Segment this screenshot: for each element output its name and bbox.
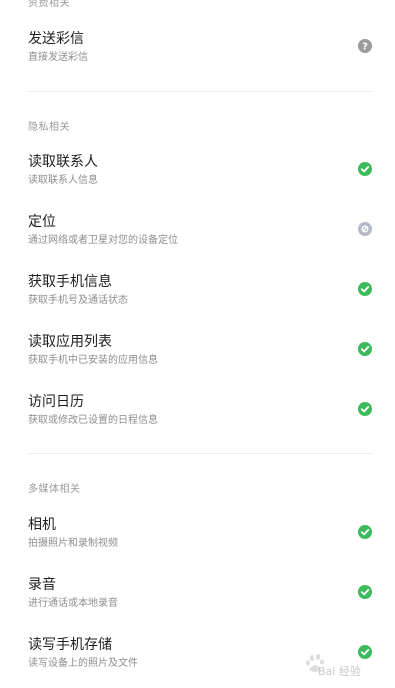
permission-row-read-contacts[interactable]: 读取联系人 读取联系人信息 (0, 153, 395, 205)
permission-row-record-audio[interactable]: 录音 进行通话或本地录音 (0, 576, 395, 628)
check-icon[interactable] (358, 162, 372, 176)
check-icon[interactable] (358, 645, 372, 659)
permission-title: 相机 (28, 517, 56, 533)
permission-title: 访问日历 (28, 394, 84, 410)
section-header-media: 多媒体相关 (28, 484, 81, 495)
permission-subtitle: 获取手机中已安装的应用信息 (28, 355, 158, 366)
permission-title: 定位 (28, 214, 56, 230)
permission-subtitle: 进行通话或本地录音 (28, 598, 118, 609)
divider (28, 91, 373, 92)
blocked-icon[interactable] (358, 222, 372, 236)
question-icon[interactable]: ? (358, 39, 372, 53)
permission-subtitle: 读写设备上的照片及文件 (28, 658, 138, 669)
watermark-text: Bai 经验 (318, 665, 361, 678)
permission-subtitle: 读取联系人信息 (28, 175, 98, 186)
permission-settings-page: 资费相关 发送彩信 直接发送彩信 ? 隐私相关 读取联系人 读取联系人信息 定位… (0, 0, 395, 678)
permission-subtitle: 直接发送彩信 (28, 52, 88, 63)
permission-title: 录音 (28, 577, 56, 593)
check-icon[interactable] (358, 342, 372, 356)
permission-subtitle: 获取或修改已设置的日程信息 (28, 415, 158, 426)
permission-row-storage[interactable]: 读写手机存储 读写设备上的照片及文件 (0, 636, 395, 688)
check-icon[interactable] (358, 402, 372, 416)
section-header-billing: 资费相关 (28, 0, 70, 9)
permission-subtitle: 通过网络或者卫星对您的设备定位 (28, 235, 178, 246)
permission-title: 读写手机存储 (28, 637, 112, 653)
permission-row-send-mms[interactable]: 发送彩信 直接发送彩信 ? (0, 30, 395, 82)
permission-row-app-list[interactable]: 读取应用列表 获取手机中已安装的应用信息 (0, 333, 395, 385)
section-header-privacy: 隐私相关 (28, 122, 70, 133)
check-icon[interactable] (358, 282, 372, 296)
permission-row-calendar[interactable]: 访问日历 获取或修改已设置的日程信息 (0, 393, 395, 445)
permission-title: 读取应用列表 (28, 334, 112, 350)
permission-row-camera[interactable]: 相机 拍摄照片和录制视频 (0, 516, 395, 568)
permission-title: 读取联系人 (28, 154, 98, 170)
permission-row-phone-info[interactable]: 获取手机信息 获取手机号及通话状态 (0, 273, 395, 325)
svg-text:?: ? (362, 42, 368, 53)
permission-subtitle: 获取手机号及通话状态 (28, 295, 128, 306)
check-icon[interactable] (358, 585, 372, 599)
permission-title: 发送彩信 (28, 31, 84, 47)
divider (28, 453, 373, 454)
permission-row-location[interactable]: 定位 通过网络或者卫星对您的设备定位 (0, 213, 395, 265)
check-icon[interactable] (358, 525, 372, 539)
permission-subtitle: 拍摄照片和录制视频 (28, 538, 118, 549)
permission-title: 获取手机信息 (28, 274, 112, 290)
